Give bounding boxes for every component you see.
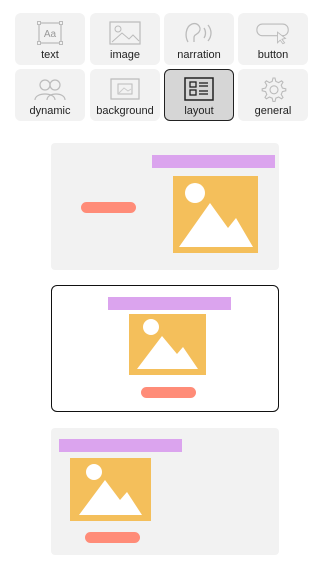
narration-icon (182, 20, 216, 46)
background-tool-button[interactable]: background (90, 69, 160, 121)
title-placeholder (59, 439, 182, 452)
layout-option-2[interactable] (51, 285, 279, 412)
button-placeholder (141, 387, 196, 398)
narration-tool-button[interactable]: narration (164, 13, 234, 65)
dynamic-tool-label: dynamic (29, 105, 71, 117)
background-tool-label: background (96, 105, 154, 117)
image-placeholder (129, 314, 206, 375)
svg-text:Aa: Aa (44, 29, 57, 40)
button-placeholder (81, 202, 136, 213)
dynamic-icon (33, 76, 67, 102)
general-tool-label: general (254, 105, 292, 117)
title-placeholder (108, 297, 231, 310)
image-placeholder (70, 458, 151, 521)
general-tool-button[interactable]: general (238, 69, 308, 121)
narration-tool-label: narration (177, 49, 221, 61)
image-placeholder-icon (137, 319, 198, 369)
dynamic-tool-button[interactable]: dynamic (15, 69, 85, 121)
layout-tool-label: layout (184, 105, 214, 117)
layout-tool-button[interactable]: layout (164, 69, 234, 121)
background-icon (108, 76, 142, 102)
text-tool-button[interactable]: Aa text (15, 13, 85, 65)
layout-icon (182, 76, 216, 102)
text-tool-label: text (41, 49, 59, 61)
image-tool-button[interactable]: image (90, 13, 160, 65)
image-tool-label: image (110, 49, 140, 61)
image-placeholder (173, 176, 258, 253)
image-icon (108, 20, 142, 46)
text-icon: Aa (33, 20, 67, 46)
button-tool-label: button (257, 49, 289, 61)
layout-option-1[interactable] (51, 143, 279, 270)
layout-option-3[interactable] (51, 428, 279, 555)
gear-icon (256, 76, 290, 102)
image-placeholder-icon (179, 183, 253, 247)
button-tool-button[interactable]: button (238, 13, 308, 65)
button-placeholder (85, 532, 140, 543)
image-placeholder-icon (79, 464, 142, 515)
title-placeholder (152, 155, 275, 168)
button-icon (256, 20, 290, 46)
